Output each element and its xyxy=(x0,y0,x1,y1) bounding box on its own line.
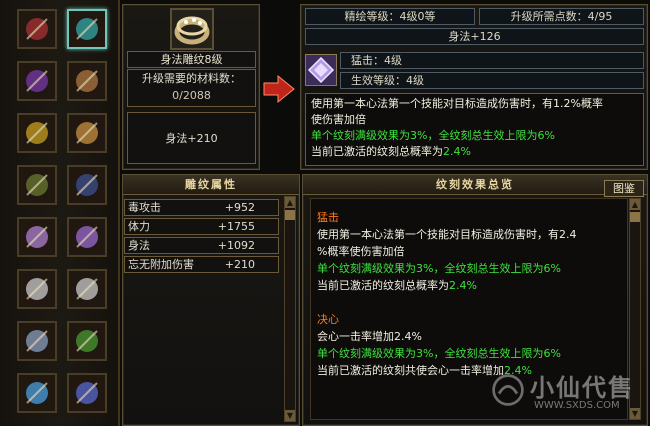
scroll-up-button[interactable]: ▲ xyxy=(285,197,295,208)
attr-row[interactable]: 毒攻击 +952 xyxy=(124,199,279,216)
summary-1-line-1: 使用第一本心法第一个技能对目标造成伤害时，有2.4 xyxy=(317,228,577,241)
equip-slot-16[interactable] xyxy=(67,373,107,413)
amulet-icon xyxy=(69,323,105,359)
engrave-stat-box: 身法+210 xyxy=(127,112,256,164)
engrave-stat: 身法+210 xyxy=(165,132,218,145)
equip-slot-1[interactable] xyxy=(17,9,57,49)
boots-icon xyxy=(69,167,105,203)
summary-panel-title: 纹刻效果总览 xyxy=(303,175,647,195)
effect-name: 猛击：4级 xyxy=(340,52,644,69)
upgrade-points: 升级所需点数：4/95 xyxy=(479,8,644,25)
effect-level: 生效等级：4级 xyxy=(340,72,644,89)
scroll-thumb[interactable] xyxy=(285,210,295,220)
equip-slot-6[interactable] xyxy=(67,113,107,153)
ring-icon xyxy=(69,11,105,47)
effect-description: 使用第一本心法第一个技能对目标造成伤害时，有1.2%概率 使伤害加倍 单个纹刻满… xyxy=(305,93,644,166)
arrow-right-icon xyxy=(263,74,295,104)
attr-value: +1092 xyxy=(217,239,255,252)
desc-active-value: 2.4% xyxy=(443,145,471,158)
attr-value: +1755 xyxy=(217,220,255,233)
desc-line-1: 使用第一本心法第一个技能对目标造成伤害时，有1.2%概率 xyxy=(311,97,603,110)
attr-value: +210 xyxy=(224,258,255,271)
equip-slot-12[interactable] xyxy=(67,269,107,309)
belt-icon xyxy=(19,167,55,203)
scroll-down-button[interactable]: ▼ xyxy=(285,410,295,421)
equip-slot-9[interactable] xyxy=(17,217,57,257)
hidden-weapon-icon xyxy=(19,219,55,255)
dagger-icon xyxy=(69,219,105,255)
material-label: 升级需要的材料数： xyxy=(142,72,241,85)
desc-active-prefix: 当前已激活的纹刻总概率为 xyxy=(311,145,443,158)
attr-name: 毒攻击 xyxy=(128,201,161,214)
desc-cap-note: 单个纹刻满级效果为3%，全纹刻总生效上限为6% xyxy=(311,129,555,142)
armor-icon xyxy=(19,63,55,99)
watermark-text: 小仙代售 xyxy=(530,374,634,402)
watermark-url: WWW.SXDS.COM xyxy=(534,400,620,411)
attr-name: 忘无附加伤害 xyxy=(128,258,194,271)
wrist-guard-icon xyxy=(69,115,105,151)
bracelet-icon xyxy=(69,63,105,99)
site-watermark: 小仙代售 WWW.SXDS.COM xyxy=(490,368,640,420)
codex-button[interactable]: 图鉴 xyxy=(604,180,644,197)
equip-slot-5[interactable] xyxy=(17,113,57,153)
summary-1-cap-note: 单个纹刻满级效果为3%，全纹刻总生效上限为6% xyxy=(317,262,561,275)
refine-bonus: 身法+126 xyxy=(305,28,644,45)
material-count: 0/2088 xyxy=(172,89,211,102)
summary-1-active-prefix: 当前已激活的纹刻总概率为 xyxy=(317,279,449,292)
summary-scroll-up-button[interactable]: ▲ xyxy=(630,199,640,210)
equip-slot-10[interactable] xyxy=(67,217,107,257)
glove-icon xyxy=(19,323,55,359)
crystal-effect-icon[interactable] xyxy=(305,54,337,86)
summary-title-1: 猛击 xyxy=(317,211,339,224)
equip-slot-13[interactable] xyxy=(17,321,57,361)
attr-row[interactable]: 体力 +1755 xyxy=(124,218,279,235)
summary-2-active-prefix: 当前已激活的纹刻共使会心一击率增加 xyxy=(317,364,504,377)
refine-level: 精绘等级：4级0等 xyxy=(305,8,475,25)
summary-2-line-1: 会心一击率增加2.4% xyxy=(317,330,422,343)
watermark-logo-icon xyxy=(492,374,524,406)
engrave-name: 身法雕纹8级 xyxy=(127,51,256,68)
equip-slot-7[interactable] xyxy=(17,165,57,205)
attr-name: 体力 xyxy=(128,220,150,233)
equip-slot-15[interactable] xyxy=(17,373,57,413)
attr-value: +952 xyxy=(224,201,255,214)
equip-slot-3[interactable] xyxy=(17,61,57,101)
bead-chain-2-icon xyxy=(69,271,105,307)
summary-title-2: 决心 xyxy=(317,313,339,326)
spear-icon xyxy=(19,375,55,411)
summary-1-active-value: 2.4% xyxy=(449,279,477,292)
material-box: 升级需要的材料数： 0/2088 xyxy=(127,69,256,107)
desc-active-line: 当前已激活的纹刻总概率为2.4% xyxy=(311,144,638,160)
equip-slot-2[interactable] xyxy=(67,9,107,49)
boot-icon xyxy=(19,115,55,151)
summary-1-active-line: 当前已激活的纹刻总概率为2.4% xyxy=(317,277,621,294)
attr-row[interactable]: 身法 +1092 xyxy=(124,237,279,254)
engrave-ring-icon[interactable] xyxy=(170,8,214,50)
attr-name: 身法 xyxy=(128,239,150,252)
summary-scroll-thumb[interactable] xyxy=(630,212,640,222)
equip-slot-4[interactable] xyxy=(67,61,107,101)
equip-slot-11[interactable] xyxy=(17,269,57,309)
bead-chain-icon xyxy=(19,271,55,307)
summary-1-line-2: %概率使伤害加倍 xyxy=(317,245,405,258)
desc-line-2: 使伤害加倍 xyxy=(311,113,366,126)
summary-2-cap-note: 单个纹刻满级效果为3%，全纹刻总生效上限为6% xyxy=(317,347,561,360)
attr-panel-title: 雕纹属性 xyxy=(123,175,299,195)
ornament-icon xyxy=(69,375,105,411)
sword-icon xyxy=(19,11,55,47)
equip-slot-8[interactable] xyxy=(67,165,107,205)
attr-row[interactable]: 忘无附加伤害 +210 xyxy=(124,256,279,273)
attr-scrollbar[interactable]: ▲ ▼ xyxy=(284,196,296,422)
equip-slot-14[interactable] xyxy=(67,321,107,361)
